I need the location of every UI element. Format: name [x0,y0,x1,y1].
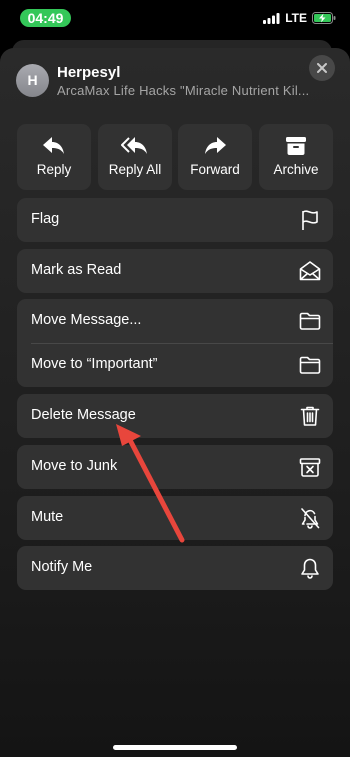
sender-name: Herpesyl [57,64,121,81]
junk-group: Move to Junk [17,445,333,489]
notify-me-label: Notify Me [31,559,93,575]
email-header: H Herpesyl ArcaMax Life Hacks "Miracle N… [16,64,334,100]
mark-read-group: Mark as Read [17,249,333,293]
close-icon [317,63,327,73]
delete-group: Delete Message [17,394,333,438]
close-button[interactable] [309,55,335,81]
move-to-junk-label: Move to Junk [31,458,118,474]
reply-all-label: Reply All [108,162,162,177]
status-bar: 04:49 LTE [0,0,350,38]
mute-group: Mute [17,496,333,540]
move-message-row[interactable]: Move Message... [17,299,333,343]
move-important-label: Move to “Important” [31,356,158,372]
trash-icon [300,406,320,426]
forward-button[interactable]: Forward [178,124,252,190]
mark-read-label: Mark as Read [31,262,122,278]
notify-me-row[interactable]: Notify Me [17,546,333,590]
flag-label: Flag [31,211,60,227]
reply-label: Reply [36,162,72,177]
bell-slash-icon [301,508,320,529]
move-important-row[interactable]: Move to “Important” [17,343,333,387]
avatar: H [16,64,49,97]
move-group: Move Message... Move to “Important” [17,299,333,387]
delete-message-row[interactable]: Delete Message [17,394,333,438]
archive-label: Archive [273,162,319,177]
flag-icon [302,210,318,230]
archive-icon [286,137,306,155]
signal-icon [263,12,280,24]
delete-message-label: Delete Message [31,407,136,423]
battery-charging-icon [312,12,336,24]
status-indicators: LTE [263,10,336,26]
bell-icon [301,558,319,579]
reply-all-button[interactable]: Reply All [98,124,172,190]
archive-button[interactable]: Archive [259,124,333,190]
forward-label: Forward [190,162,240,177]
reply-all-icon [121,137,147,154]
reply-button[interactable]: Reply [17,124,91,190]
flag-group: Flag [17,198,333,242]
home-indicator[interactable] [113,745,237,750]
move-to-junk-row[interactable]: Move to Junk [17,445,333,489]
mute-row[interactable]: Mute [17,496,333,540]
network-type: LTE [285,11,307,25]
status-time: 04:49 [20,9,71,27]
folder-icon [299,356,321,374]
folder-icon [299,312,321,330]
move-message-label: Move Message... [31,312,142,328]
email-subject: ArcaMax Life Hacks "Miracle Nutrient Kil… [57,83,310,98]
mute-label: Mute [31,509,64,525]
notify-group: Notify Me [17,546,333,590]
quick-actions: Reply Reply All Forward Archive [17,124,333,190]
junk-bin-icon [299,458,321,477]
reply-icon [43,137,64,154]
forward-icon [205,137,226,154]
flag-row[interactable]: Flag [17,198,333,242]
envelope-open-icon [299,261,321,281]
mark-read-row[interactable]: Mark as Read [17,249,333,293]
